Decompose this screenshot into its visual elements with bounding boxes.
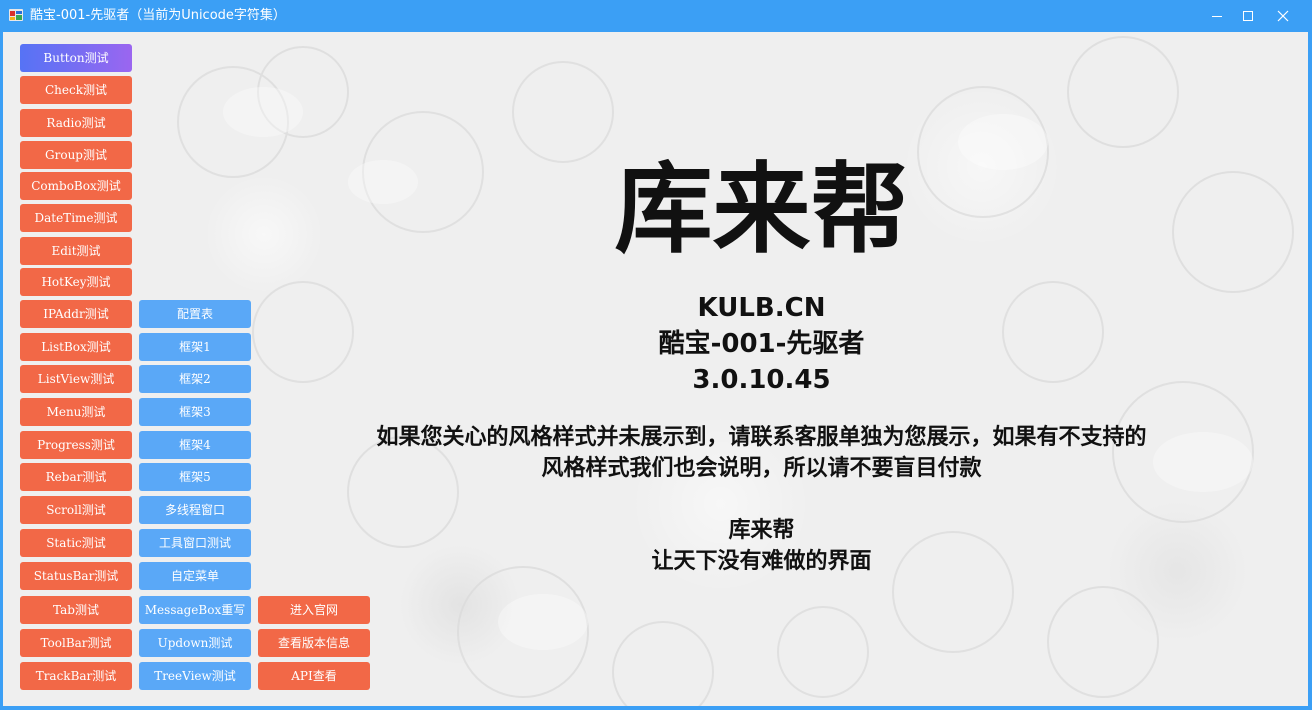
product-name: 酷宝-001-先驱者	[658, 329, 865, 359]
minimize-icon	[1211, 10, 1223, 22]
client-area: Button测试 Check测试 Radio测试 Group测试 ComboBox测试 D…	[3, 32, 1308, 706]
radio-button[interactable]: Radio测试	[20, 109, 132, 137]
close-button[interactable]	[1266, 0, 1300, 32]
brand-title: 库来帮	[614, 153, 909, 267]
updown-button[interactable]: Updown测试	[139, 629, 251, 657]
tab-button[interactable]: Tab测试	[20, 596, 132, 624]
minimize-button[interactable]	[1200, 0, 1234, 32]
slogan-line-2: 让天下没有难做的界面	[651, 549, 872, 574]
api-button[interactable]: API查看	[258, 662, 370, 690]
toolbar-button[interactable]: ToolBar测试	[20, 629, 132, 657]
close-icon	[1277, 10, 1289, 22]
site-text: KULB.CN	[697, 293, 826, 323]
button-button[interactable]: Button测试	[20, 44, 132, 72]
title-bar[interactable]: 酷宝-001-先驱者（当前为Unicode字符集）	[0, 0, 1312, 32]
app-window: 酷宝-001-先驱者（当前为Unicode字符集） Button测试 Check…	[0, 0, 1312, 710]
notice-line-1: 如果您关心的风格样式并未展示到，请联系客服单独为您展示，如果有不支持的	[376, 425, 1147, 450]
maximize-button[interactable]	[1231, 0, 1265, 32]
maximize-icon	[1242, 10, 1254, 22]
treeview-button[interactable]: TreeView测试	[139, 662, 251, 690]
messagebox-button[interactable]: MessageBox重写	[139, 596, 251, 624]
check-button[interactable]: Check测试	[20, 76, 132, 104]
trackbar-button[interactable]: TrackBar测试	[20, 662, 132, 690]
item-1-button[interactable]: 查看版本信息	[258, 629, 370, 657]
slogan-line-1: 库来帮	[728, 518, 795, 543]
window-title: 酷宝-001-先驱者（当前为Unicode字符集）	[30, 8, 286, 23]
notice-line-2: 风格样式我们也会说明，所以请不要盲目付款	[541, 456, 982, 481]
item-0-button[interactable]: 进入官网	[258, 596, 370, 624]
app-icon	[8, 7, 24, 23]
version-text: 3.0.10.45	[692, 365, 831, 395]
